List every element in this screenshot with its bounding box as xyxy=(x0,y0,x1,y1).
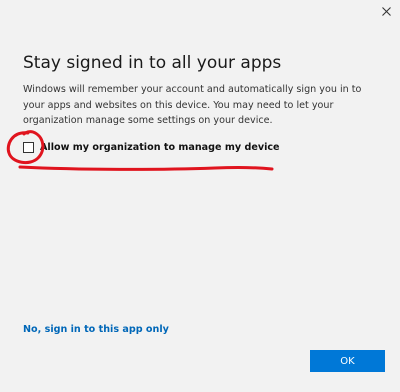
dialog-description: Windows will remember your account and a… xyxy=(23,84,362,126)
close-button[interactable] xyxy=(372,0,400,22)
sign-in-app-only-link[interactable]: No, sign in to this app only xyxy=(23,324,169,335)
stay-signed-in-dialog: Stay signed in to all your apps Windows … xyxy=(0,0,400,392)
ok-button[interactable]: OK xyxy=(310,350,385,372)
dialog-title: Stay signed in to all your apps xyxy=(23,53,282,73)
manage-device-checkbox[interactable] xyxy=(23,142,34,153)
close-icon xyxy=(381,6,391,16)
manage-device-label[interactable]: Allow my organization to manage my devic… xyxy=(40,142,280,153)
annotation-underline xyxy=(18,165,274,171)
manage-device-option[interactable]: Allow my organization to manage my devic… xyxy=(23,142,280,153)
